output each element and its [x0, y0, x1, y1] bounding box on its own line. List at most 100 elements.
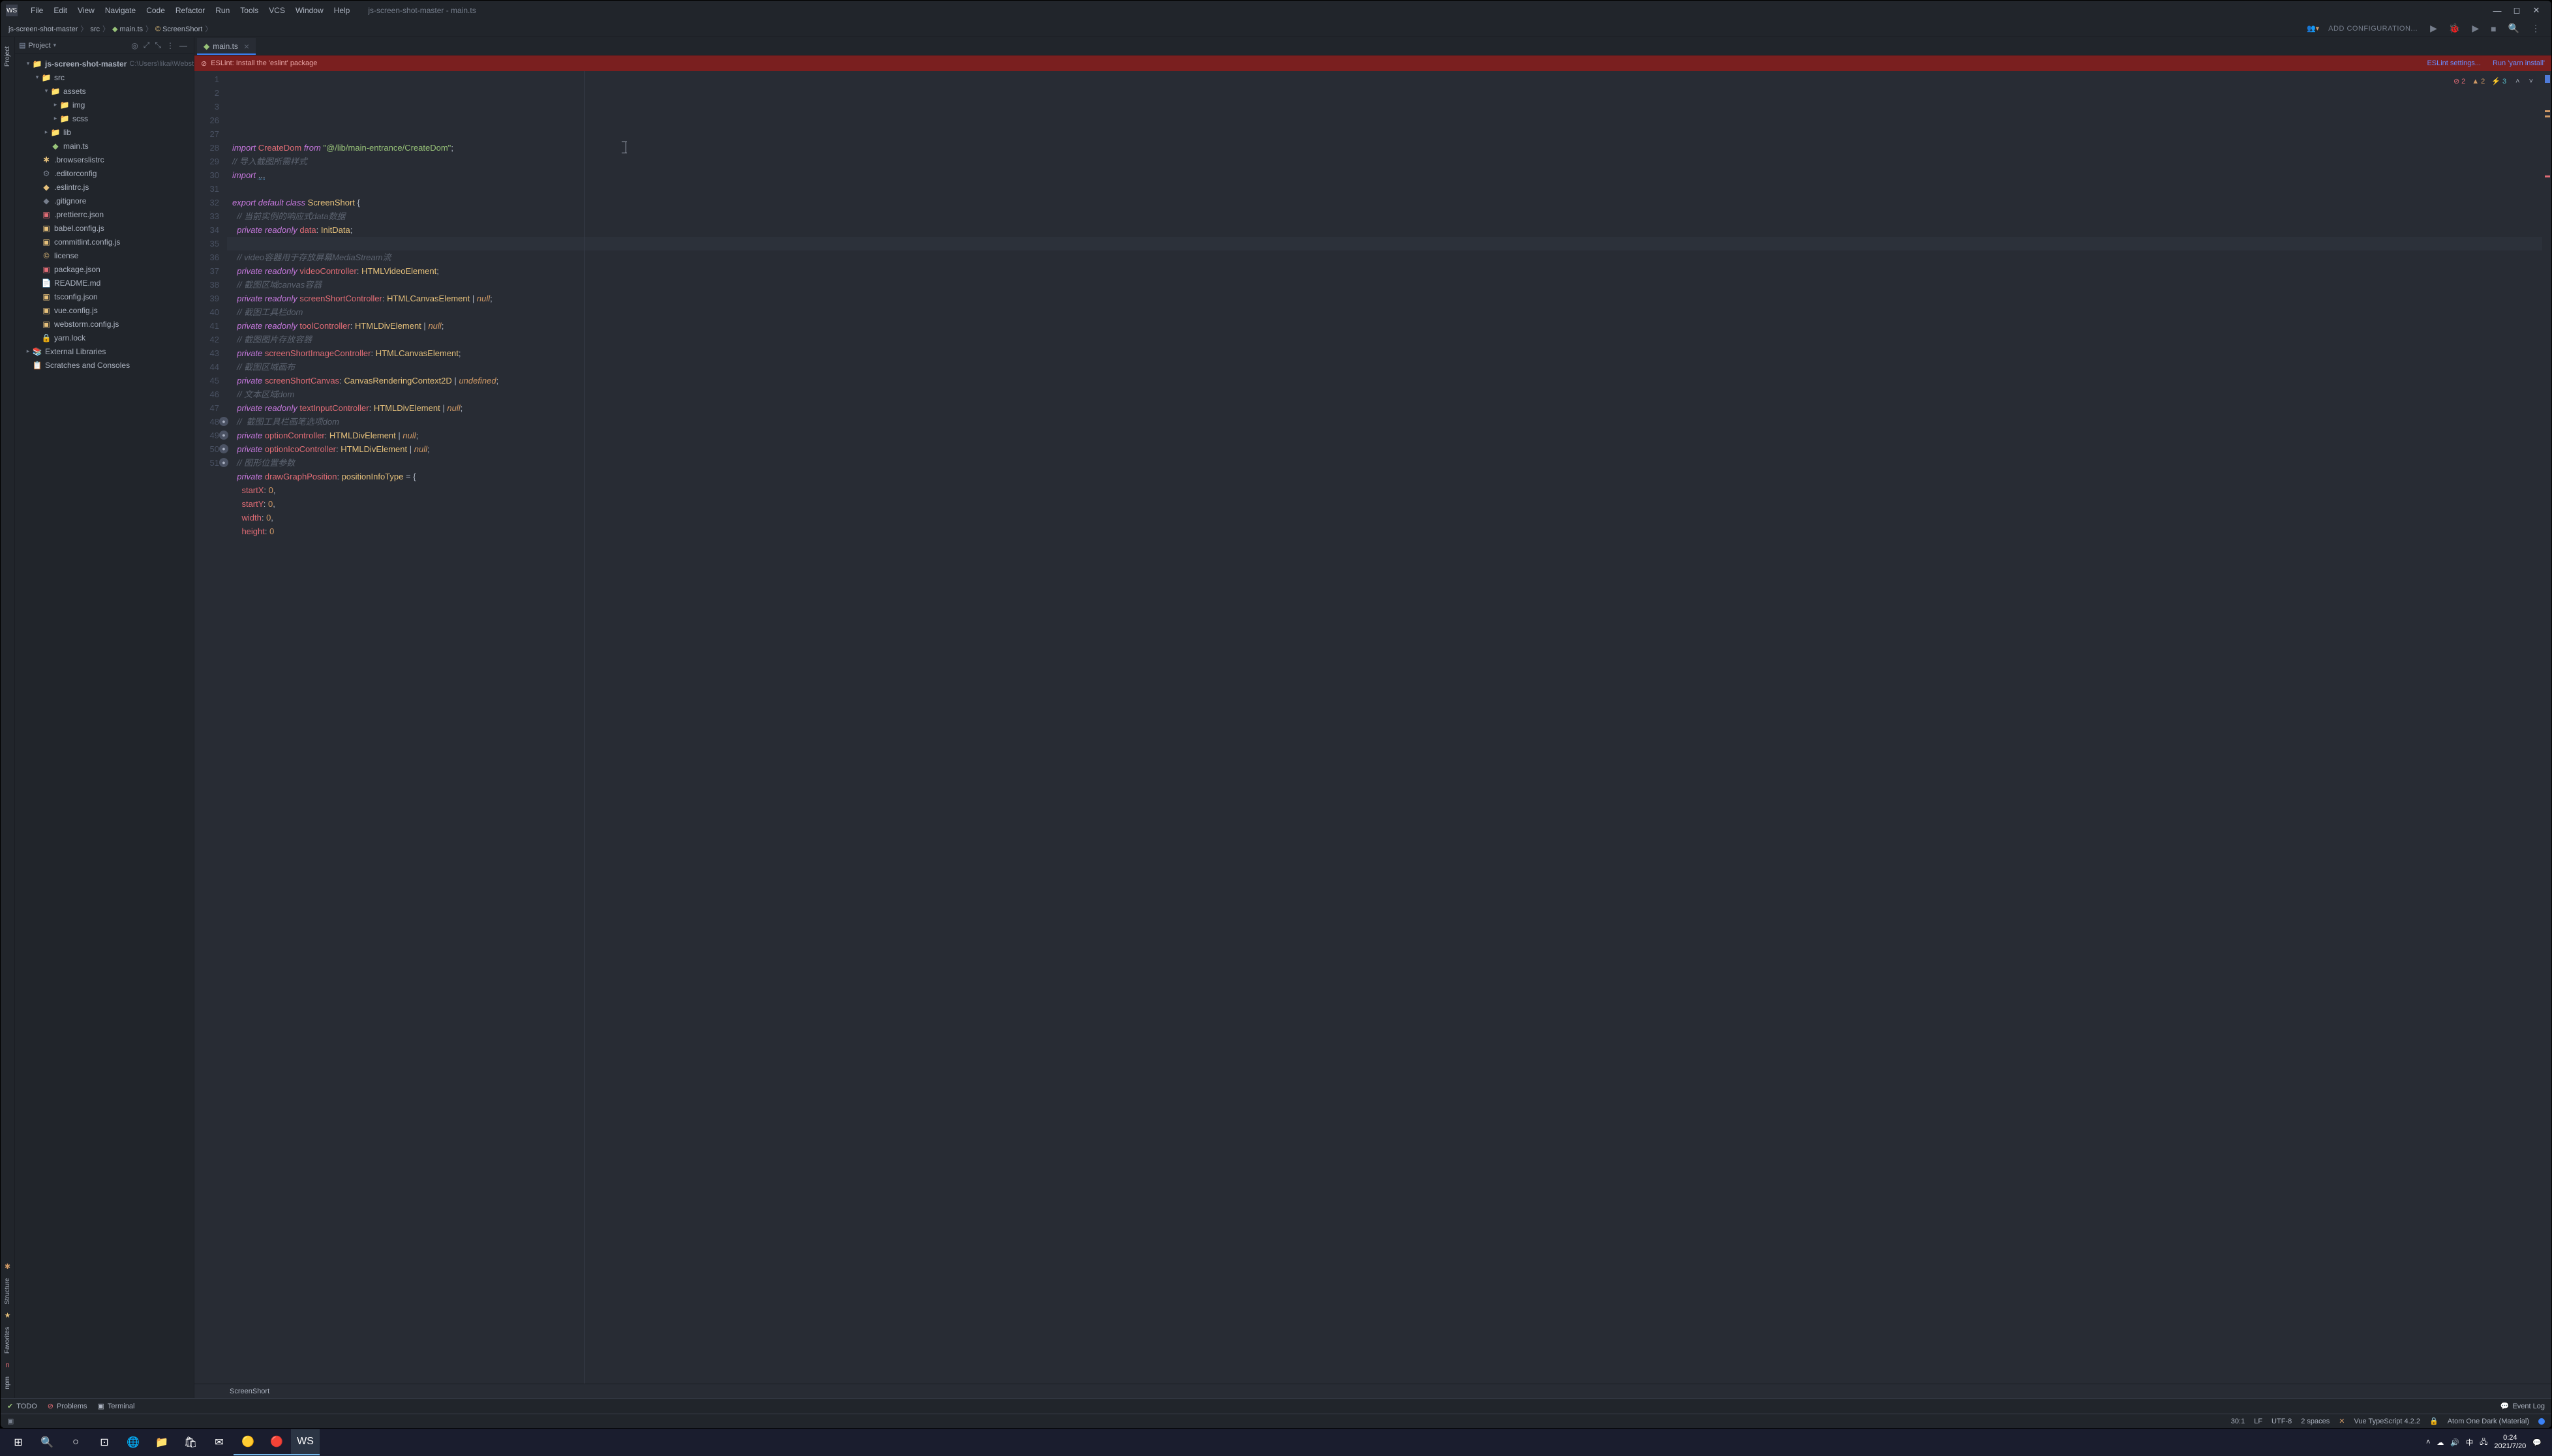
debug-button[interactable]: 🐞: [2446, 23, 2463, 34]
code-with-me-icon[interactable]: 👥▾: [2307, 24, 2319, 33]
tool-windows-icon[interactable]: ▣: [7, 1417, 14, 1425]
todo-tool[interactable]: ✔TODO: [7, 1402, 37, 1410]
code-line[interactable]: private readonly data: InitData;: [227, 223, 2542, 237]
run-button[interactable]: ▶: [2427, 23, 2440, 34]
line-separator[interactable]: LF: [2254, 1418, 2262, 1425]
cursor-position[interactable]: 30:1: [2231, 1418, 2245, 1425]
problems-tool[interactable]: ⊘Problems: [48, 1402, 87, 1410]
onedrive-icon[interactable]: ☁: [2437, 1438, 2444, 1447]
code-line[interactable]: // 截图工具栏dom: [227, 305, 2542, 319]
stop-button[interactable]: ■: [2487, 23, 2499, 34]
code-line[interactable]: private readonly textInputController: HT…: [227, 401, 2542, 415]
task-view-button[interactable]: ⊡: [90, 1429, 119, 1455]
favorites-tool-tab[interactable]: Favorites: [4, 1322, 11, 1359]
project-header[interactable]: ▤ Project ▾: [19, 41, 56, 50]
breadcrumb-item[interactable]: js-screen-shot-master: [8, 25, 78, 33]
menu-view[interactable]: View: [72, 6, 100, 15]
settings-icon[interactable]: ⋮: [164, 41, 177, 50]
locate-icon[interactable]: ◎: [129, 41, 140, 50]
menu-edit[interactable]: Edit: [48, 6, 72, 15]
structure-tool-tab[interactable]: Structure: [4, 1273, 11, 1310]
code-line[interactable]: import ...: [227, 168, 2542, 182]
code-line[interactable]: // 截图区域canvas容器: [227, 278, 2542, 292]
notifications-icon[interactable]: 💬: [2532, 1438, 2542, 1447]
code-line[interactable]: private optionController: HTMLDivElement…: [227, 429, 2542, 442]
code-line[interactable]: private screenShortCanvas: CanvasRenderi…: [227, 374, 2542, 387]
editor-tab[interactable]: ◆main.ts×: [197, 38, 256, 55]
chrome-icon[interactable]: 🟡: [234, 1429, 262, 1455]
close-button[interactable]: ✕: [2527, 1, 2546, 20]
code-line[interactable]: // 截图区域画布: [227, 360, 2542, 374]
menu-code[interactable]: Code: [141, 6, 170, 15]
chrome2-icon[interactable]: 🔴: [262, 1429, 291, 1455]
ide-theme[interactable]: Atom One Dark (Material): [2448, 1418, 2529, 1425]
menu-file[interactable]: File: [25, 6, 48, 15]
tree-item[interactable]: ▣babel.config.js: [15, 221, 194, 235]
code-line[interactable]: private readonly videoController: HTMLVi…: [227, 264, 2542, 278]
code-line[interactable]: // 导入截图所需样式: [227, 155, 2542, 168]
tree-item[interactable]: ▸📁lib: [15, 125, 194, 139]
webstorm-icon[interactable]: WS: [291, 1429, 320, 1455]
code-line[interactable]: // 图形位置参数: [227, 456, 2542, 470]
tree-item[interactable]: ✱.browserslistrc: [15, 153, 194, 166]
menu-window[interactable]: Window: [290, 6, 329, 15]
terminal-tool[interactable]: ▣Terminal: [97, 1402, 134, 1410]
hide-button[interactable]: —: [177, 41, 190, 50]
code-line[interactable]: // 当前实例的响应式data数据: [227, 209, 2542, 223]
file-encoding[interactable]: UTF-8: [2271, 1418, 2292, 1425]
code-editor[interactable]: 1232627282930313233343536373839404142434…: [194, 71, 2551, 1384]
tray-expand-icon[interactable]: ˄: [2426, 1438, 2430, 1446]
volume-icon[interactable]: 🔊: [2450, 1438, 2459, 1447]
code-line[interactable]: // 文本区域dom: [227, 387, 2542, 401]
tree-item[interactable]: ⚙.editorconfig: [15, 166, 194, 180]
code-line[interactable]: // video容器用于存放屏幕MediaStream流: [227, 250, 2542, 264]
code-line[interactable]: export default class ScreenShort {: [227, 196, 2542, 209]
error-stripe[interactable]: [2542, 71, 2551, 1384]
clock[interactable]: 0:24 2021/7/20: [2494, 1434, 2526, 1451]
tree-item[interactable]: ▣.prettierrc.json: [15, 207, 194, 221]
status-indicator[interactable]: [2538, 1418, 2545, 1425]
npm-icon[interactable]: n: [5, 1361, 9, 1369]
code-line[interactable]: startY: 0,: [227, 497, 2542, 511]
indent-setting[interactable]: 2 spaces: [2301, 1418, 2330, 1425]
breadcrumb-item[interactable]: ◆ main.ts: [112, 25, 143, 33]
language-service[interactable]: Vue TypeScript 4.2.2: [2354, 1418, 2420, 1425]
menu-refactor[interactable]: Refactor: [170, 6, 210, 15]
favorites-icon[interactable]: ★: [5, 1311, 11, 1320]
tree-item[interactable]: ▣commitlint.config.js: [15, 235, 194, 249]
nav-up-icon[interactable]: ˄: [2515, 75, 2519, 89]
structure-icon[interactable]: ✱: [5, 1262, 10, 1271]
tree-item[interactable]: 📋Scratches and Consoles: [15, 358, 194, 372]
add-configuration-button[interactable]: ADD CONFIGURATION...: [2324, 23, 2422, 34]
project-tool-tab[interactable]: Project: [4, 41, 11, 72]
code-line[interactable]: [227, 182, 2542, 196]
code-line[interactable]: width: 0,: [227, 511, 2542, 524]
nav-down-icon[interactable]: ˅: [2529, 75, 2533, 89]
tree-item[interactable]: 📄README.md: [15, 276, 194, 290]
tree-item[interactable]: ▣vue.config.js: [15, 303, 194, 317]
cortana-button[interactable]: ○: [61, 1429, 90, 1455]
tree-item[interactable]: ▸📁img: [15, 98, 194, 112]
menu-vcs[interactable]: VCS: [264, 6, 290, 15]
breadcrumb-item[interactable]: © ScreenShort: [155, 25, 202, 33]
tree-item[interactable]: 🔒yarn.lock: [15, 331, 194, 344]
breadcrumb-item[interactable]: src: [90, 25, 100, 33]
project-tree[interactable]: ▾ 📁 js-screen-shot-master C:\Users\likai…: [15, 54, 194, 1398]
code-line[interactable]: private optionIcoController: HTMLDivElem…: [227, 442, 2542, 456]
menu-run[interactable]: Run: [210, 6, 235, 15]
code-line[interactable]: height: 0: [227, 524, 2542, 538]
tree-item[interactable]: ▸📚External Libraries: [15, 344, 194, 358]
tree-item[interactable]: ◆.eslintrc.js: [15, 180, 194, 194]
tree-item[interactable]: ◆main.ts: [15, 139, 194, 153]
tree-item[interactable]: ▣package.json: [15, 262, 194, 276]
code-line[interactable]: [227, 237, 2542, 250]
eslint-settings-link[interactable]: ESLint settings...: [2427, 59, 2481, 67]
mail-icon[interactable]: ✉: [205, 1429, 234, 1455]
search-button[interactable]: 🔍: [33, 1429, 61, 1455]
network-icon[interactable]: 🖧: [2480, 1436, 2487, 1449]
tree-item[interactable]: ◆.gitignore: [15, 194, 194, 207]
tree-item[interactable]: ▾📁src: [15, 70, 194, 84]
code-line[interactable]: startX: 0,: [227, 483, 2542, 497]
code-line[interactable]: // 截图图片存放容器: [227, 333, 2542, 346]
search-everywhere-button[interactable]: 🔍: [2505, 23, 2523, 34]
